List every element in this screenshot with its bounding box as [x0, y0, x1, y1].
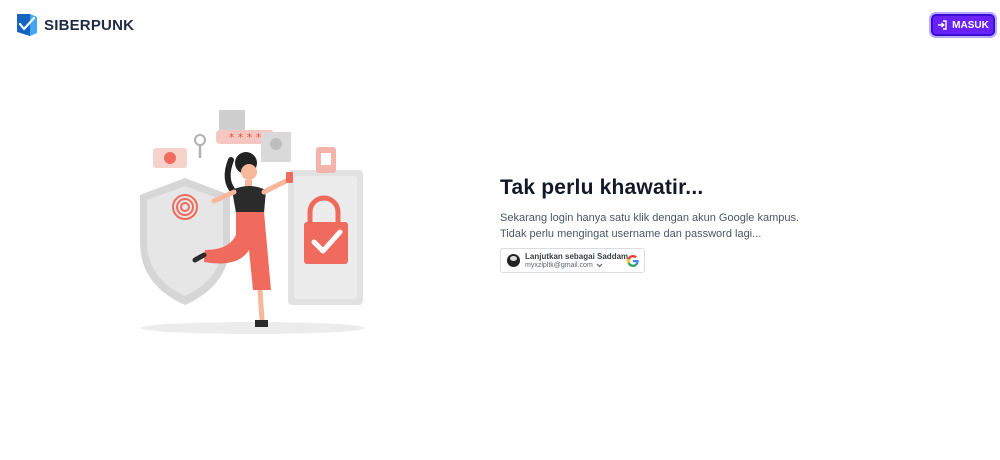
google-icon — [627, 255, 639, 267]
brand[interactable]: SIBERPUNK — [16, 12, 134, 38]
chevron-down-icon — [596, 263, 603, 267]
avatar — [507, 254, 520, 267]
description-line-1: Sekarang login hanya satu klik dengan ak… — [500, 212, 800, 224]
login-button[interactable]: MASUK — [931, 14, 995, 36]
login-button-label: MASUK — [952, 19, 989, 31]
brand-logo-icon — [17, 14, 37, 36]
page-title: Tak perlu khawatir... — [500, 176, 704, 199]
google-signin-button[interactable]: Lanjutkan sebagai Saddam myxzlpltk@gmail… — [500, 248, 645, 273]
google-account-info: Lanjutkan sebagai Saddam myxzlpltk@gmail… — [525, 252, 628, 270]
sign-in-icon — [938, 20, 947, 30]
security-illustration: * * * * — [140, 110, 365, 334]
account-email-row[interactable]: myxzlpltk@gmail.com — [525, 261, 628, 270]
brand-name: SIBERPUNK — [44, 16, 135, 34]
account-email: myxzlpltk@gmail.com — [525, 261, 593, 269]
svg-text:* * * *: * * * * — [229, 131, 262, 144]
description-line-2: Tidak perlu mengingat username dan passw… — [500, 228, 762, 240]
continue-as-label: Lanjutkan sebagai Saddam — [525, 251, 629, 261]
main-content: Tak perlu khawatir... Sekarang login han… — [500, 176, 820, 242]
